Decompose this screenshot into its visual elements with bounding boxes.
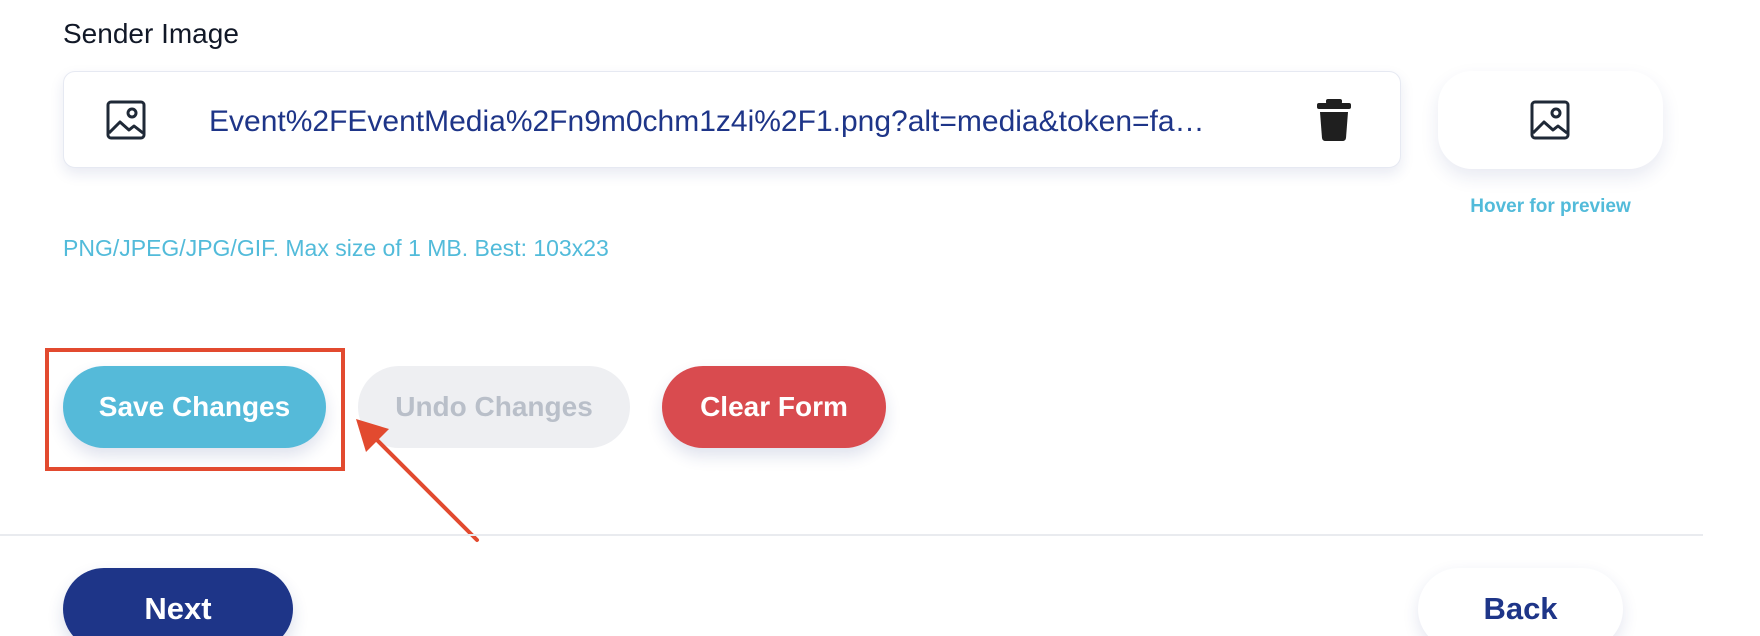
clear-form-button[interactable]: Clear Form xyxy=(662,366,886,448)
file-requirements-help-text: PNG/JPEG/JPG/GIF. Max size of 1 MB. Best… xyxy=(63,235,609,261)
sender-image-file-field[interactable]: Event%2FEventMedia%2Fn9m0chm1z4i%2F1.png… xyxy=(63,71,1401,168)
image-preview-box[interactable] xyxy=(1438,71,1663,169)
sender-image-label: Sender Image xyxy=(63,18,239,49)
back-button[interactable]: Back xyxy=(1418,568,1623,636)
preview-hint: Hover for preview xyxy=(1470,196,1631,217)
sender-image-file-name: Event%2FEventMedia%2Fn9m0chm1z4i%2F1.png… xyxy=(209,105,1205,138)
trash-icon[interactable] xyxy=(1316,98,1352,142)
page: Sender Image Event%2FEventMedia%2Fn9m0ch… xyxy=(0,0,1760,636)
image-icon xyxy=(1530,100,1570,140)
annotation-highlight-box xyxy=(45,348,345,471)
undo-changes-button[interactable]: Undo Changes xyxy=(358,366,630,448)
next-button[interactable]: Next xyxy=(63,568,293,636)
image-icon xyxy=(106,100,146,140)
section-divider xyxy=(0,534,1703,536)
